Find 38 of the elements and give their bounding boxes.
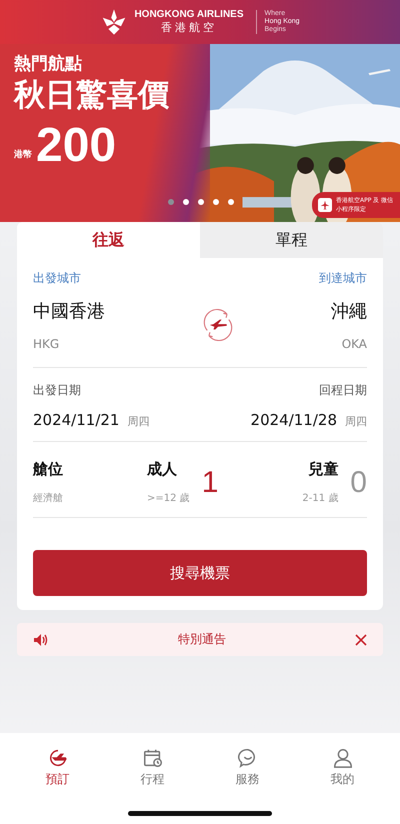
brand-name: HONGKONG AIRLINES (134, 9, 244, 20)
adult-count[interactable]: 1 (202, 466, 218, 500)
age-hint: >=12 歲 (147, 492, 190, 505)
close-icon[interactable] (355, 634, 367, 646)
origin-city[interactable]: 中國香港 (33, 299, 105, 323)
price-text: 200 (36, 123, 116, 169)
notice-bar[interactable]: 特別通告 (17, 623, 383, 656)
plane-icon (318, 198, 332, 212)
field-label: 出發日期 (33, 382, 81, 399)
nav-tab[interactable]: 預訂 (28, 746, 88, 788)
banner-subtitle: 熱門航點 (14, 53, 83, 75)
currency-label: 港幣 (14, 148, 32, 162)
field-label: 出發城市 (33, 270, 81, 287)
nav-tab[interactable]: 行程 (122, 746, 182, 788)
airport-code: OKA (342, 337, 367, 351)
return-date[interactable]: 2024/11/28 (250, 411, 337, 429)
carousel-dot[interactable] (168, 199, 174, 205)
banner-title: 秋日驚喜價 (14, 76, 170, 115)
cabin-label: 艙位 (33, 460, 63, 479)
child-label: 兒童 (308, 460, 338, 479)
field-label: 到達城市 (319, 270, 367, 287)
field-label: 回程日期 (319, 382, 367, 399)
airport-code: HKG (33, 337, 60, 351)
trip-type-tab[interactable]: 單程 (200, 222, 383, 258)
nav-tab[interactable]: 我的 (312, 746, 372, 788)
destination-city[interactable]: 沖繩 (331, 299, 367, 323)
weekday-text: 周四 (127, 414, 150, 429)
search-flights-button[interactable]: 搜尋機票 (33, 550, 367, 596)
nav-tab[interactable]: 服務 (218, 746, 278, 788)
speaker-icon (33, 632, 49, 648)
weekday-text: 周四 (345, 414, 367, 429)
person-icon (332, 746, 354, 768)
age-hint: 2-11 歲 (302, 492, 338, 505)
brand-name-chinese: 香港航空 (160, 20, 217, 35)
adult-label: 成人 (147, 460, 178, 479)
departure-date[interactable]: 2024/11/21 (33, 411, 120, 429)
carousel-dot[interactable] (183, 199, 189, 205)
notice-text: 特別通告 (177, 631, 227, 648)
